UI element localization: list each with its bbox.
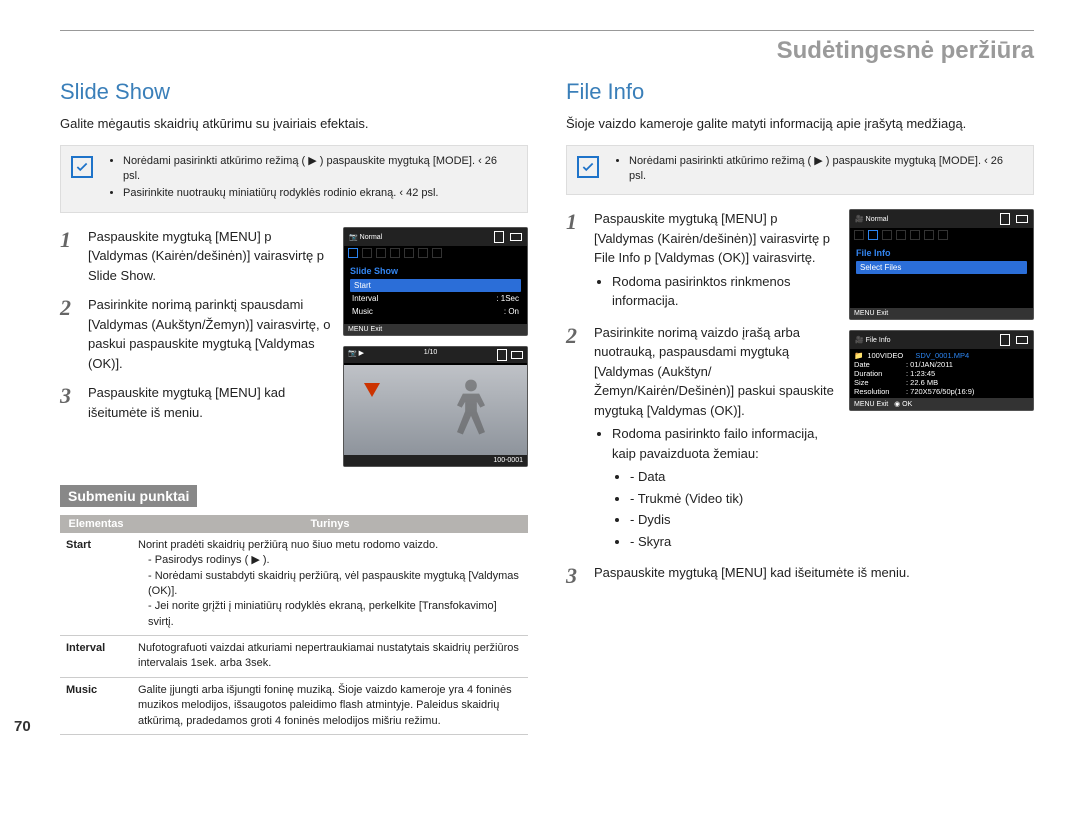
row-name: Interval xyxy=(60,636,132,678)
screens-left-col: 📷 Normal Slide Show Start Interval: 1Sec… xyxy=(343,227,528,477)
step-text: Paspauskite mygtuką [MENU] kad išeitumėt… xyxy=(88,383,331,422)
row-name: Start xyxy=(60,533,132,636)
screens-right-col: 🎥 Normal File Info Select Files MENU Exi… xyxy=(849,209,1034,421)
submenu-heading: Submeniu punktai xyxy=(60,485,197,507)
file-info-heading: File Info xyxy=(566,79,1034,105)
screen-file-info-menu: 🎥 Normal File Info Select Files MENU Exi… xyxy=(849,209,1034,320)
icon-strip xyxy=(850,228,1033,242)
note-item: Norėdami pasirinkti atkūrimo režimą ( ▶ … xyxy=(123,154,517,185)
step-text: Pasirinkite norimą parinktį spausdami [V… xyxy=(88,295,331,373)
mode-label: 📷 Normal xyxy=(349,233,382,241)
counter: 1/10 xyxy=(424,349,438,361)
step-number: 2 xyxy=(60,297,78,319)
step-text: Paspauskite mygtuką [MENU] p [Valdymas (… xyxy=(594,209,837,313)
menu-row-interval: Interval: 1Sec xyxy=(350,292,521,305)
th-element: Elementas xyxy=(60,515,132,533)
slide-show-heading: Slide Show xyxy=(60,79,528,105)
th-content: Turinys xyxy=(132,515,528,533)
step-text: Paspauskite mygtuką [MENU] kad išeitumėt… xyxy=(594,563,1034,583)
note-item: Pasirinkite nuotraukų miniatiūrų rodyklė… xyxy=(123,186,517,201)
menu-row-music: Music: On xyxy=(350,305,521,318)
step-number: 3 xyxy=(60,385,78,407)
menu-row-start: Start xyxy=(350,279,521,292)
row-desc: Galite įjungti arba išjungti foninę muzi… xyxy=(132,677,528,734)
slide-show-intro: Galite mėgautis skaidrių atkūrimu su įva… xyxy=(60,115,528,133)
right-column: File Info Šioje vaizdo kameroje galite m… xyxy=(566,75,1034,735)
file-row: 📁 100VIDEO SDV_0001.MP4 xyxy=(854,351,1029,360)
check-icon xyxy=(577,156,599,178)
mode-label: 🎥 Normal xyxy=(855,215,888,223)
status-icons xyxy=(998,213,1028,225)
status-icons xyxy=(497,349,523,361)
menu-exit-bar: MENU Exit xyxy=(344,324,527,335)
step-number: 3 xyxy=(566,565,584,587)
step-number: 1 xyxy=(566,211,584,233)
row-desc: Nufotografuoti vaizdai atkuriami nepertr… xyxy=(132,636,528,678)
playback-icons: 📷 ▶ xyxy=(348,349,364,361)
file-label: 100-0001 xyxy=(344,455,527,466)
screen-file-info-detail: 🎥 File Info 📁 100VIDEO SDV_0001.MP4 Date… xyxy=(849,330,1034,411)
file-info-intro: Šioje vaizdo kameroje galite matyti info… xyxy=(566,115,1034,133)
page-number: 70 xyxy=(14,718,31,735)
menu-title: Slide Show xyxy=(350,266,521,276)
menu-row-select: Select Files xyxy=(856,261,1027,274)
note-box-right: Norėdami pasirinkti atkūrimo režimą ( ▶ … xyxy=(566,145,1034,196)
note-box-left: Norėdami pasirinkti atkūrimo režimą ( ▶ … xyxy=(60,145,528,213)
step-text: Paspauskite mygtuką [MENU] p [Valdymas (… xyxy=(88,227,331,286)
menu-exit-bar: MENU Exit xyxy=(850,308,1033,319)
mode-label: 🎥 File Info xyxy=(855,336,891,344)
left-column: Slide Show Galite mėgautis skaidrių atkū… xyxy=(60,75,528,735)
submenu-table: Elementas Turinys Start Norint pradėti s… xyxy=(60,515,528,735)
status-icons xyxy=(492,231,522,243)
menu-exit-bar: MENU Exit ◉ OK xyxy=(850,398,1033,410)
check-icon xyxy=(71,156,93,178)
screen-slide-show-menu: 📷 Normal Slide Show Start Interval: 1Sec… xyxy=(343,227,528,336)
icon-strip xyxy=(344,246,527,260)
row-name: Music xyxy=(60,677,132,734)
page-super-title: Sudėtingesnė peržiūra xyxy=(60,37,1034,65)
row-desc: Norint pradėti skaidrių peržiūrą nuo šiu… xyxy=(132,533,528,636)
marker-icon xyxy=(364,383,380,397)
note-item: Norėdami pasirinkti atkūrimo režimą ( ▶ … xyxy=(629,154,1023,185)
step-number: 1 xyxy=(60,229,78,251)
screen-slide-preview: 📷 ▶ 1/10 100-0001 xyxy=(343,346,528,467)
silhouette-icon xyxy=(447,375,495,445)
status-icons xyxy=(998,334,1028,346)
step-text: Pasirinkite norimą vaizdo įrašą arba nuo… xyxy=(594,323,837,554)
menu-title: File Info xyxy=(856,248,1027,258)
step-number: 2 xyxy=(566,325,584,347)
